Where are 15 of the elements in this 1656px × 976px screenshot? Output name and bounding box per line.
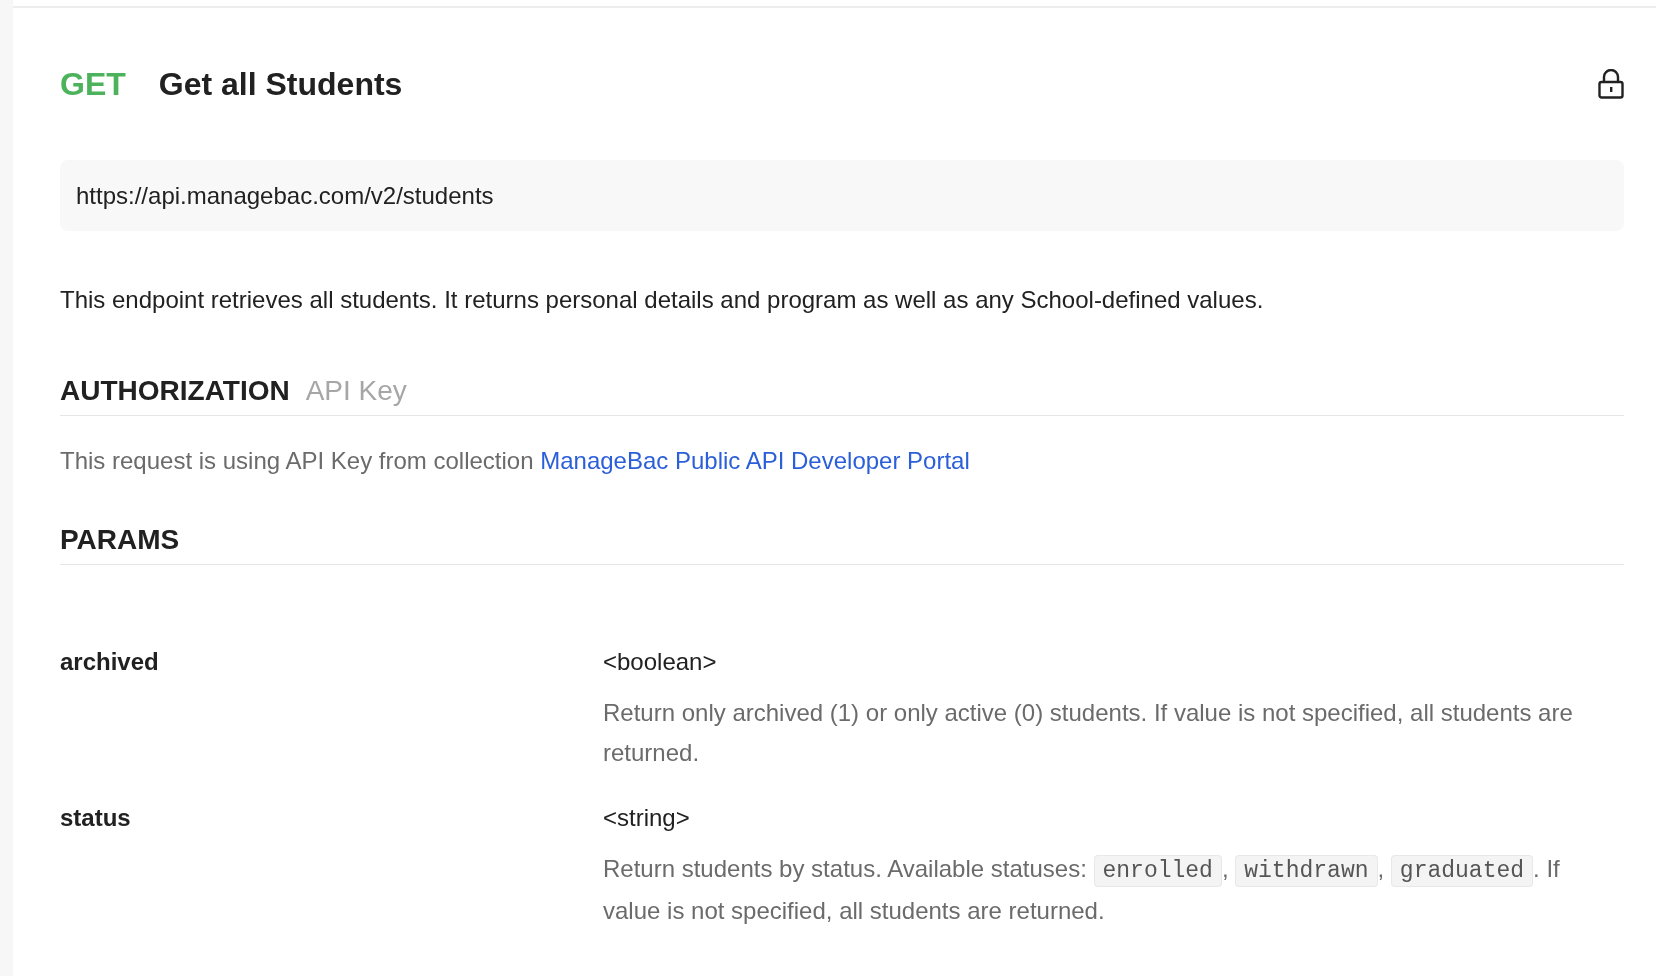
param-type: <string> — [603, 803, 691, 833]
param-type: <boolean> — [603, 647, 718, 677]
section-heading: PARAMS — [60, 524, 180, 556]
http-method: GET — [60, 65, 126, 103]
param-description: Return students by status. Available statuses: enrolled , withdrawn , graduated . If value is not specified, all students are returned. — [603, 854, 1561, 926]
auth-text: This request is using API Key from collection ManageBac Public API Developer Portal — [60, 446, 971, 476]
collection-link[interactable]: ManageBac Public API Developer Portal — [540, 447, 970, 474]
param-description: Return only archived (1) or only active (0) students. If value is not specified, all students are returned. — [603, 698, 1574, 768]
url-field[interactable]: https://api.managebac.com/v2/students — [60, 160, 1624, 231]
section-heading: AUTHORIZATION — [60, 375, 290, 407]
auth-type: API Key — [305, 375, 407, 407]
param-name: archived — [60, 647, 160, 677]
request-title: Get all Students — [158, 65, 404, 103]
request-description: This endpoint retrieves all students. It returns personal details and program as well as any School-defined values. — [60, 285, 1265, 315]
param-name: status — [60, 803, 132, 833]
